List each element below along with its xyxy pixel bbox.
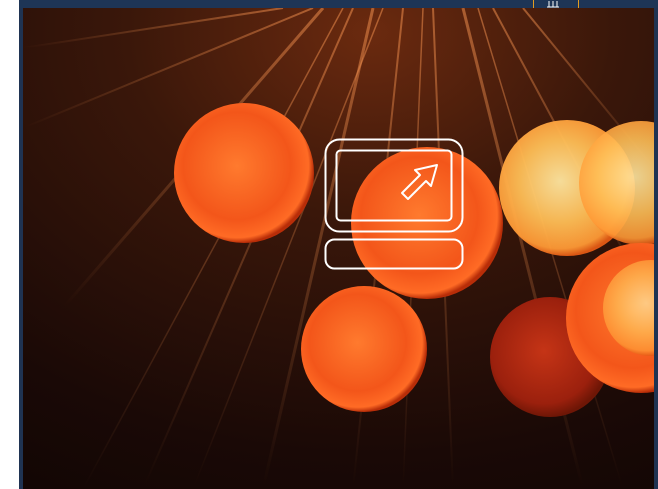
monitor-arrow-icon: [324, 138, 464, 270]
cover: [19, 0, 658, 489]
page: [0, 0, 658, 489]
top-accent-mark: [533, 0, 579, 8]
